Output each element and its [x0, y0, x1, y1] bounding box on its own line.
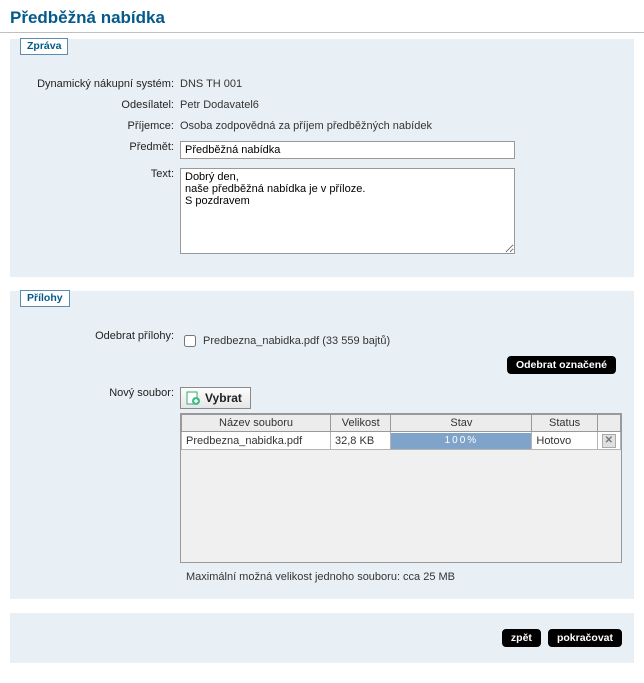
close-icon: ✕	[605, 436, 613, 446]
page-title: Předběžná nabídka	[0, 0, 644, 33]
row-recipient: Příjemce: Osoba zodpovědná za příjem pře…	[20, 117, 624, 132]
continue-button[interactable]: pokračovat	[548, 629, 622, 647]
sender-label: Odesílatel:	[20, 96, 180, 111]
attachment-checkbox[interactable]	[184, 335, 196, 347]
text-label: Text:	[20, 165, 180, 257]
file-table-empty-area	[181, 450, 621, 562]
row-text: Text:	[20, 165, 624, 257]
choose-file-button[interactable]: Vybrat	[180, 387, 251, 409]
file-status-cell: Hotovo	[532, 432, 597, 450]
row-dns: Dynamický nákupní systém: DNS TH 001	[20, 75, 624, 90]
file-delete-cell: ✕	[597, 432, 620, 450]
col-state-header: Stav	[391, 415, 532, 432]
col-size-header: Velikost	[331, 415, 391, 432]
recipient-value: Osoba zodpovědná za příjem předběžných n…	[180, 117, 624, 132]
table-row: Predbezna_nabidka.pdf 32,8 KB 100% Hotov…	[182, 432, 621, 450]
footer-bar: zpět pokračovat	[10, 613, 634, 663]
row-subject: Předmět:	[20, 138, 624, 159]
message-section: Zpráva Dynamický nákupní systém: DNS TH …	[10, 39, 634, 277]
file-size-cell: 32,8 KB	[331, 432, 391, 450]
sender-value: Petr Dodavatel6	[180, 96, 624, 111]
file-name-cell: Predbezna_nabidka.pdf	[182, 432, 331, 450]
add-file-icon	[185, 390, 201, 406]
dns-value: DNS TH 001	[180, 75, 624, 90]
attachments-section-header: Přílohy	[20, 290, 70, 307]
col-status-header: Status	[532, 415, 597, 432]
row-new-file: Nový soubor: Vybrat Název souboru	[20, 384, 624, 563]
max-size-note: Maximální možná velikost jednoho souboru…	[186, 571, 624, 583]
progress-bar: 100%	[391, 433, 531, 449]
file-table: Název souboru Velikost Stav Status Predb…	[180, 413, 622, 563]
new-file-label: Nový soubor:	[20, 384, 180, 563]
attachment-file-text: Predbezna_nabidka.pdf (33 559 bajtů)	[203, 335, 390, 347]
dns-label: Dynamický nákupní systém:	[20, 75, 180, 90]
message-section-header: Zpráva	[20, 38, 68, 55]
text-textarea[interactable]	[180, 168, 515, 254]
col-del-header	[597, 415, 620, 432]
col-name-header: Název souboru	[182, 415, 331, 432]
choose-file-label: Vybrat	[205, 391, 242, 405]
file-progress-cell: 100%	[391, 432, 532, 450]
row-sender: Odesílatel: Petr Dodavatel6	[20, 96, 624, 111]
recipient-label: Příjemce:	[20, 117, 180, 132]
remove-selected-button[interactable]: Odebrat označené	[507, 356, 616, 374]
back-button[interactable]: zpět	[502, 629, 541, 647]
row-remove-attachments: Odebrat přílohy: Predbezna_nabidka.pdf (…	[20, 327, 624, 350]
subject-input[interactable]	[180, 141, 515, 159]
subject-label: Předmět:	[20, 138, 180, 159]
delete-file-button[interactable]: ✕	[602, 434, 616, 448]
attachments-section: Přílohy Odebrat přílohy: Predbezna_nabid…	[10, 291, 634, 599]
remove-attachments-label: Odebrat přílohy:	[20, 327, 180, 350]
